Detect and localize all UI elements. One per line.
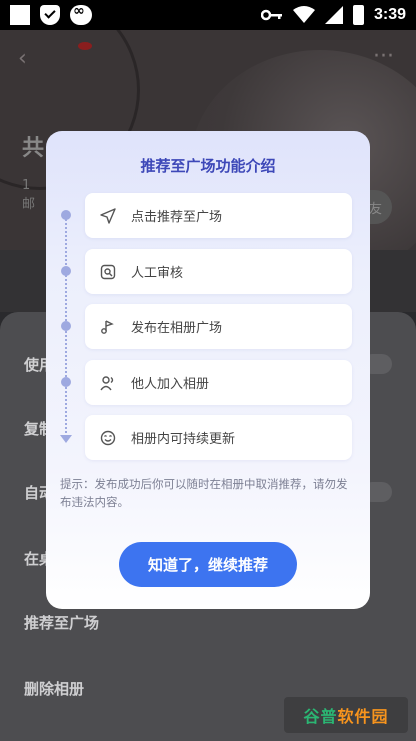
album-title: 共 (22, 136, 45, 161)
send-icon (99, 207, 117, 225)
step-item: 人工审核 (85, 249, 352, 294)
step-item: 点击推荐至广场 (85, 193, 352, 238)
back-icon[interactable]: ‹ (18, 46, 27, 71)
step-item: 他人加入相册 (85, 360, 352, 405)
timeline-dot (61, 377, 71, 387)
app-icon (10, 5, 30, 25)
watermark-logo: 谷普 软件园 (284, 697, 408, 733)
wifi-icon (292, 6, 315, 23)
dialog-title: 推荐至广场功能介绍 (140, 157, 276, 175)
shield-check-icon (40, 5, 60, 25)
step-label: 发布在相册广场 (131, 321, 223, 336)
battery-charging-icon (352, 5, 364, 25)
key-icon (260, 9, 282, 21)
smile-icon (99, 429, 117, 447)
tip-text: 提示：发布成功后你可以随时在相册中取消推荐，请勿发布违法内容。 (60, 477, 348, 509)
timeline-dot (61, 210, 71, 220)
review-icon (99, 263, 117, 281)
clock: 3:39 (373, 6, 406, 23)
music-note-icon (99, 318, 117, 336)
infinity-app-icon (70, 3, 92, 25)
step-label: 点击推荐至广场 (131, 210, 223, 225)
step-label: 人工审核 (131, 266, 184, 281)
confirm-button[interactable]: 知道了，继续推荐 (119, 542, 297, 587)
timeline-dot (61, 321, 71, 331)
album-subtitle: 1邮 (22, 178, 36, 212)
step-item: 相册内可持续更新 (85, 415, 352, 460)
timeline-dot (61, 266, 71, 276)
status-bar: 3:39 (0, 0, 416, 30)
step-label: 他人加入相册 (131, 377, 210, 392)
intro-dialog: 推荐至广场功能介绍 点击推荐至广场 人工审核 发布在相册广场 他人加入相册 相册… (46, 131, 370, 609)
more-icon[interactable]: ··· (373, 44, 394, 69)
menu-item-delete-album[interactable]: 删除相册 (24, 678, 84, 699)
menu-item-recommend[interactable]: 推荐至广场 (24, 612, 99, 633)
signal-icon (324, 6, 343, 24)
timeline-arrow-icon (60, 435, 72, 443)
step-label: 相册内可持续更新 (131, 432, 236, 447)
step-item: 发布在相册广场 (85, 304, 352, 349)
users-icon (99, 374, 117, 392)
